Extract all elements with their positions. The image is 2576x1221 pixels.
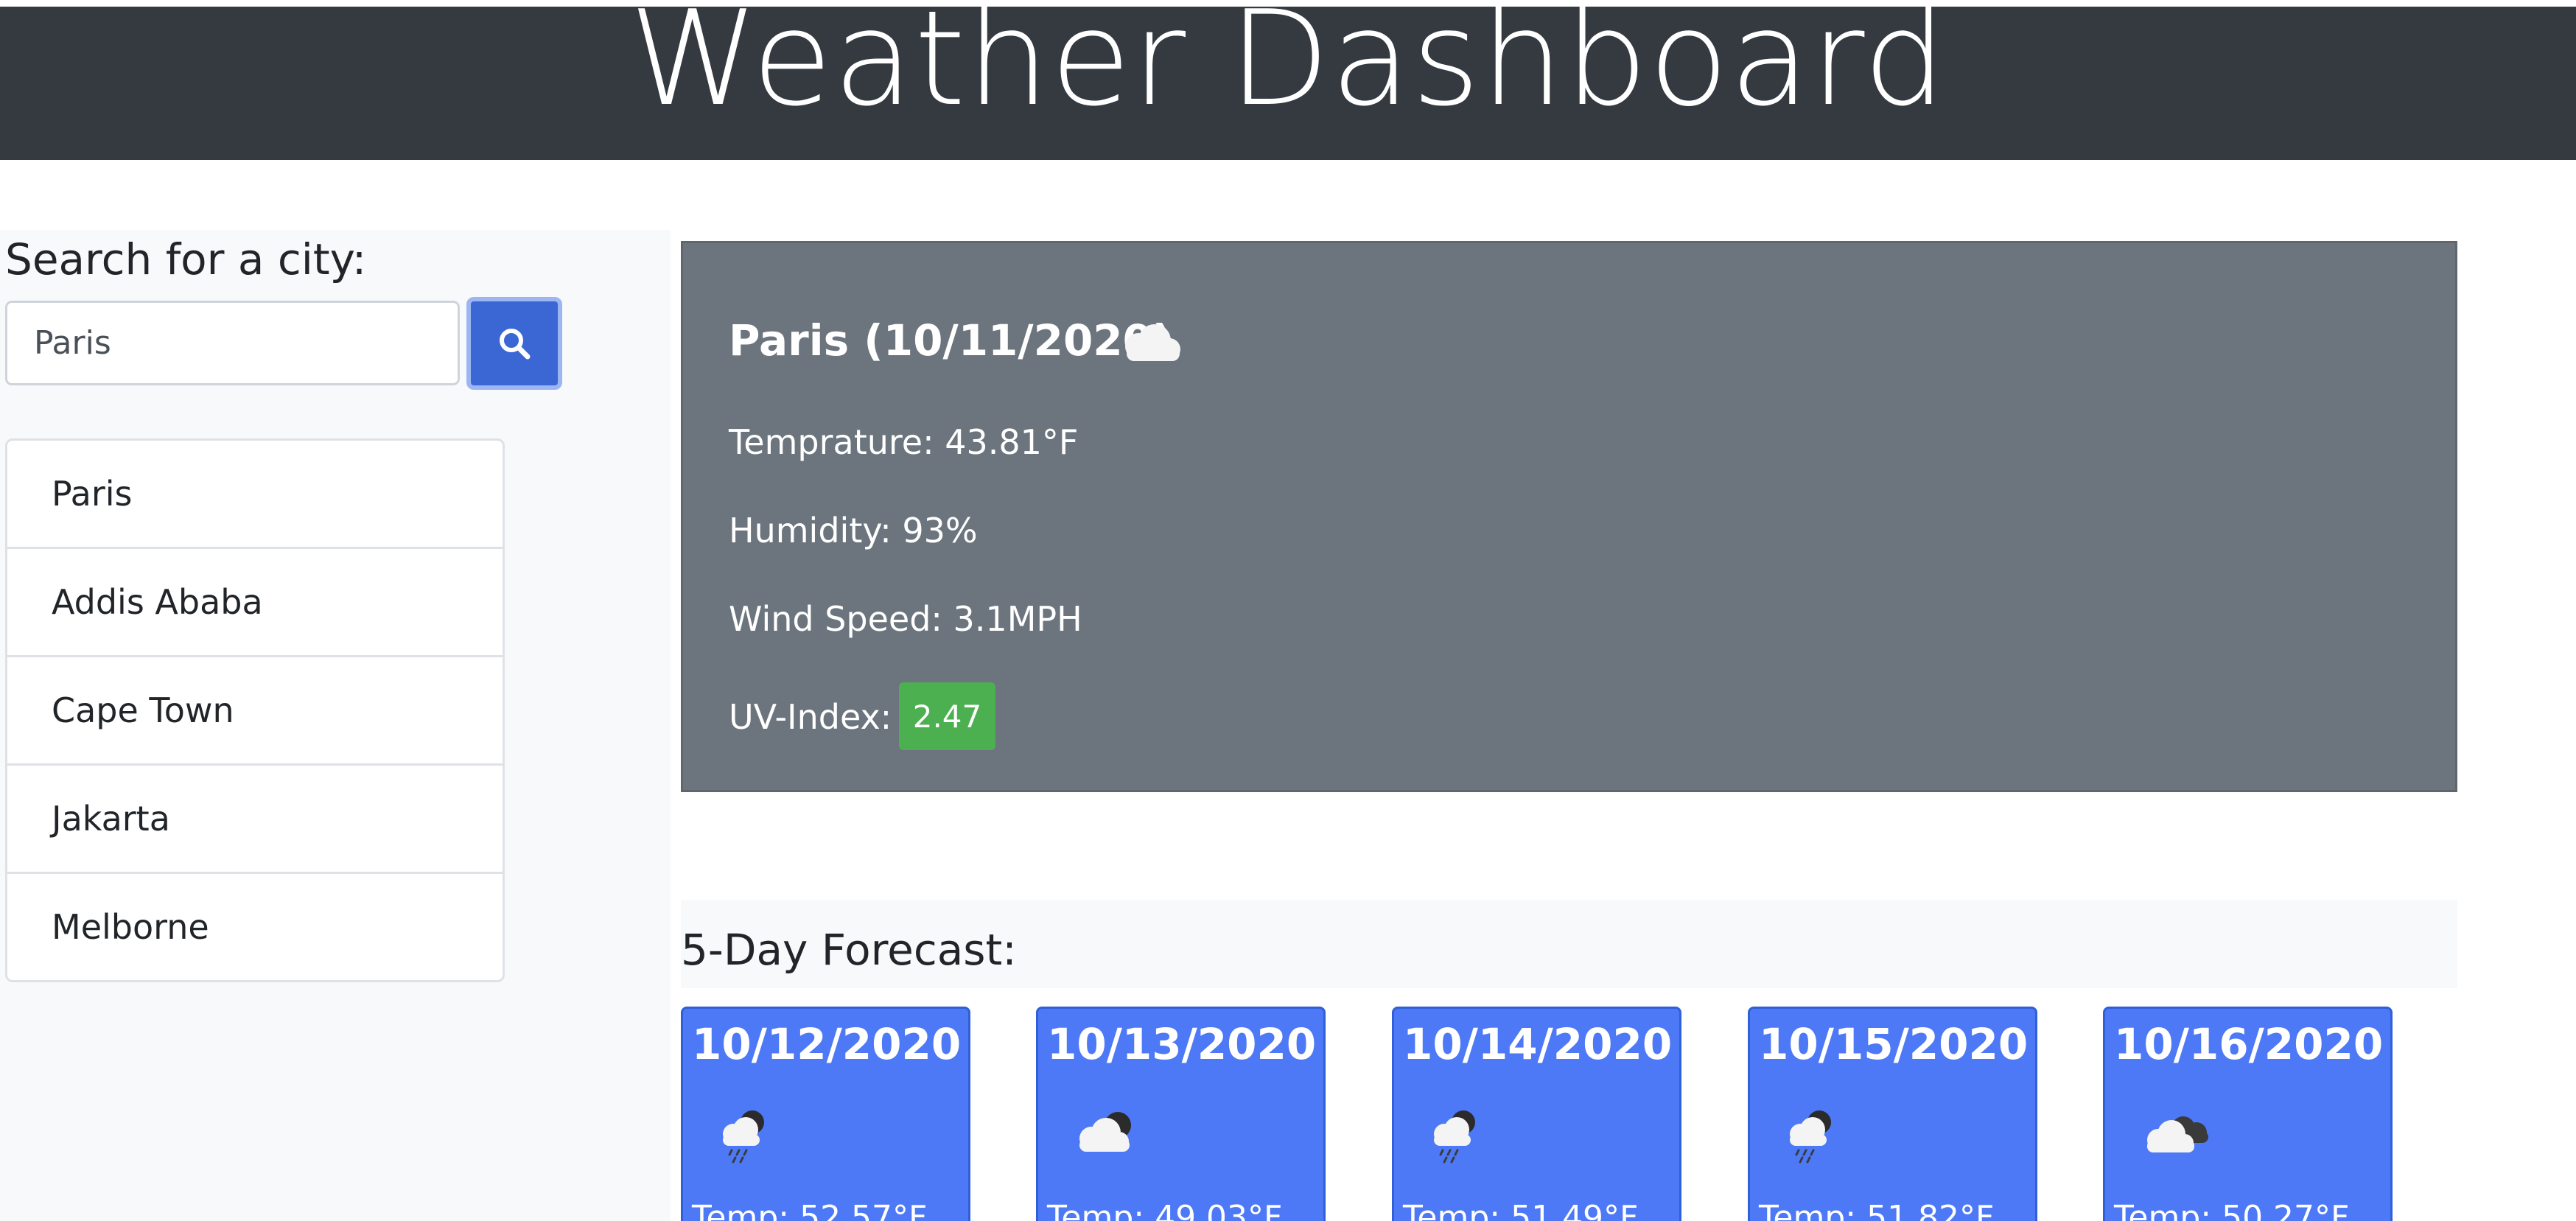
forecast-date: 10/14/2020 [1403, 1019, 1673, 1069]
uv-index-badge: 2.47 [899, 682, 995, 750]
forecast-date: 10/16/2020 [2114, 1019, 2384, 1069]
forecast-temp: Temp: 49.03°F [1047, 1199, 1283, 1221]
forecast-card: 10/15/2020 Temp: 51.82°F [1748, 1007, 2037, 1221]
broken-clouds-icon [2147, 1116, 2208, 1152]
cloud-icon [1125, 324, 1180, 361]
search-icon [500, 329, 531, 360]
rain-night-icon [1790, 1110, 1831, 1164]
history-item-jakarta[interactable]: Jakarta [7, 763, 503, 872]
search-label: Search for a city: [5, 234, 367, 284]
history-item-addis-ababa[interactable]: Addis Ababa [7, 547, 503, 655]
forecast-card: 10/12/2020 Temp: 52.57°F [681, 1007, 970, 1221]
rain-night-icon [723, 1110, 764, 1164]
search-button[interactable] [466, 297, 562, 390]
forecast-header: 5-Day Forecast: [681, 900, 2457, 988]
current-weather-card: Paris (10/11/2020) Temprature: 43.81°F H… [681, 241, 2457, 792]
search-history-list: Paris Addis Ababa Cape Town Jakarta Melb… [5, 438, 505, 982]
forecast-date: 10/15/2020 [1759, 1019, 2029, 1069]
current-city-title: Paris (10/11/2020) [729, 315, 1172, 365]
rain-night-icon [1434, 1110, 1475, 1164]
current-wind-speed: Wind Speed: 3.1MPH [729, 599, 1082, 639]
forecast-temp: Temp: 50.27°F [2114, 1199, 2350, 1221]
search-input[interactable] [5, 301, 460, 385]
weather-dashboard-page: Weather Dashboard Search for a city: Par… [0, 0, 2576, 1221]
forecast-card: 10/14/2020 Temp: 51.49°F [1392, 1007, 1681, 1221]
forecast-card: 10/16/2020 Temp: 50.27°F [2103, 1007, 2393, 1221]
history-item-paris[interactable]: Paris [7, 441, 503, 547]
forecast-temp: Temp: 52.57°F [692, 1199, 928, 1221]
forecast-date: 10/12/2020 [692, 1019, 962, 1069]
uv-index-label: UV-Index: [729, 697, 892, 737]
forecast-temp: Temp: 51.49°F [1403, 1199, 1639, 1221]
cloud-night-icon [1079, 1112, 1131, 1152]
history-item-cape-town[interactable]: Cape Town [7, 655, 503, 763]
page-title: Weather Dashboard [629, 7, 1947, 135]
forecast-temp: Temp: 51.82°F [1759, 1199, 1995, 1221]
forecast-title: 5-Day Forecast: [681, 925, 1017, 975]
current-humidity: Humidity: 93% [729, 511, 978, 550]
header-bar: Weather Dashboard [0, 7, 2576, 160]
current-temperature: Temprature: 43.81°F [729, 422, 1079, 462]
forecast-date: 10/13/2020 [1047, 1019, 1317, 1069]
history-item-melborne[interactable]: Melborne [7, 872, 503, 980]
forecast-card: 10/13/2020 Temp: 49.03°F [1036, 1007, 1326, 1221]
